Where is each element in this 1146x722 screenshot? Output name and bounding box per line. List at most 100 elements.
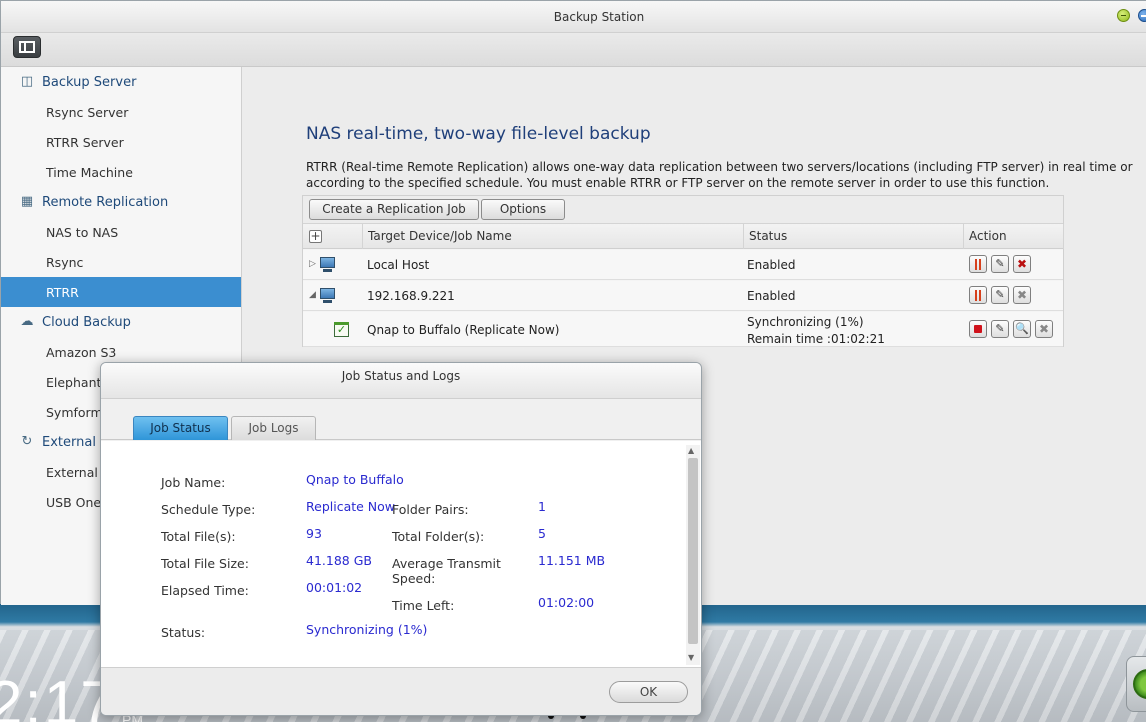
sidebar-group-remote-replication[interactable]: ▦ Remote Replication [1,187,241,217]
tab-job-status[interactable]: Job Status [133,416,228,440]
sidebar-item-label: Amazon S3 [46,345,117,360]
window-toolbar [1,33,1146,67]
sidebar-item-label: NAS to NAS [46,225,119,240]
schedule-type-label: Schedule Type: [161,502,256,517]
total-folders-label: Total Folder(s): [392,529,485,544]
total-files-label: Total File(s): [161,529,236,544]
sidebar-panel-icon [19,41,35,53]
scroll-up-icon[interactable]: ▲ [688,446,694,455]
job-table-header: + Target Device/Job Name Status Action [303,224,1064,249]
table-row-remote-host[interactable]: ◢ 192.168.9.221 Enabled ✎ ✖ [303,281,1063,311]
edit-button[interactable]: ✎ [991,286,1009,304]
total-file-size-label: Total File Size: [161,556,249,571]
time-left-value: 01:02:00 [538,595,595,610]
dialog-tabs: Job Status Job Logs [101,399,701,440]
pause-button[interactable] [969,255,987,273]
sidebar-item-label: Rsync Server [46,105,129,120]
desktop-app-icon[interactable] [1126,656,1146,712]
job-status-body: Job Name: Qnap to Buffalo Schedule Type:… [101,441,701,667]
tab-job-logs[interactable]: Job Logs [231,416,316,440]
expand-arrow-icon[interactable]: ▷ [309,259,316,269]
row-status: Enabled [747,289,796,303]
delete-button[interactable]: ✖ [1013,255,1031,273]
window-title: Backup Station [553,10,645,24]
sidebar-group-label: Backup Server [42,75,137,90]
row-name: Qnap to Buffalo (Replicate Now) [367,323,560,337]
expand-all-column: + [303,224,363,249]
column-header-action: Action [964,224,1064,249]
job-status-dialog: Job Status and Logs Job Status Job Logs … [100,362,702,716]
edit-button[interactable]: ✎ [991,320,1009,338]
row-status: Synchronizing (1%) Remain time :01:02:21 [747,314,885,348]
sidebar-item-label: RTRR [46,285,79,300]
row-status: Enabled [747,258,796,272]
dialog-footer: OK [101,667,701,715]
dialog-title: Job Status and Logs [341,369,461,383]
table-row-job[interactable]: ✓ Qnap to Buffalo (Replicate Now) Synchr… [303,312,1063,347]
schedule-type-value: Replicate Now [306,499,396,514]
scroll-down-icon[interactable]: ▼ [688,653,694,662]
scrollbar-thumb[interactable] [688,458,698,644]
stop-button[interactable] [969,320,987,338]
sidebar-group-cloud-backup[interactable]: ☁ Cloud Backup [1,307,241,337]
collapse-arrow-icon[interactable]: ◢ [309,290,316,300]
avg-transmit-speed-value: 11.151 MB [538,553,606,568]
delete-button[interactable]: ✖ [1035,320,1053,338]
table-row-local-host[interactable]: ▷ Local Host Enabled ✎ ✖ [303,250,1063,280]
close-button[interactable] [1138,9,1146,22]
sidebar-item-label: RTRR Server [46,135,124,150]
row-remain-time: Remain time :01:02:21 [747,332,885,346]
sidebar-item-time-machine[interactable]: Time Machine [1,157,241,187]
status-label: Status: [161,625,206,640]
window-titlebar[interactable]: Backup Station [1,1,1146,33]
job-name-label: Job Name: [161,475,226,490]
sync-icon: ↻ [21,434,33,449]
job-toolbar: Create a Replication Job Options [303,196,1063,224]
replication-icon: ▦ [20,194,34,209]
dialog-titlebar[interactable]: Job Status and Logs [101,363,701,399]
delete-button[interactable]: ✖ [1013,286,1031,304]
total-files-value: 93 [306,526,322,541]
column-header-name[interactable]: Target Device/Job Name [363,224,744,249]
sidebar-item-rtrr[interactable]: RTRR [1,277,241,307]
time-left-label: Time Left: [392,598,455,613]
sidebar-group-backup-server[interactable]: ◫ Backup Server [1,67,241,97]
expand-all-icon[interactable]: + [309,230,322,243]
sidebar-item-label: Time Machine [46,165,133,180]
avg-transmit-speed-label: Average Transmit Speed: [392,556,501,586]
folder-pairs-value: 1 [538,499,546,514]
sidebar-item-rsync[interactable]: Rsync [1,247,241,277]
toggle-sidebar-button[interactable] [13,36,41,58]
total-folders-value: 5 [538,526,546,541]
options-button[interactable]: Options [481,199,565,220]
sidebar-item-rsync-server[interactable]: Rsync Server [1,97,241,127]
sidebar-item-label: Rsync [46,255,84,270]
row-name: 192.168.9.221 [367,289,455,303]
edit-button[interactable]: ✎ [991,255,1009,273]
cloud-icon: ☁ [20,314,34,329]
computer-icon [320,257,335,272]
job-checked-icon: ✓ [334,322,349,337]
column-header-status[interactable]: Status [744,224,964,249]
page-description: RTRR (Real-time Remote Replication) allo… [306,160,1133,190]
pause-button[interactable] [969,286,987,304]
sidebar-item-rtrr-server[interactable]: RTRR Server [1,127,241,157]
status-value: Synchronizing (1%) [306,622,428,637]
minimize-button[interactable] [1117,9,1130,22]
sidebar-group-label: Cloud Backup [42,315,131,330]
row-name: Local Host [367,258,430,272]
total-file-size-value: 41.188 GB [306,553,372,568]
elapsed-time-value: 00:01:02 [306,580,363,595]
view-log-button[interactable]: 🔍 [1013,320,1031,338]
computer-icon [320,288,335,303]
sidebar-item-nas-to-nas[interactable]: NAS to NAS [1,217,241,247]
create-replication-job-button[interactable]: Create a Replication Job [309,199,479,220]
replication-job-panel: Create a Replication Job Options + Targe… [302,195,1064,347]
sidebar-group-label: Remote Replication [42,195,169,210]
folder-pairs-label: Folder Pairs: [392,502,469,517]
sidebar-item-label: Symform [46,405,103,420]
dialog-scrollbar[interactable]: ▲ ▼ [686,445,700,665]
row-status-line: Synchronizing (1%) [747,315,864,329]
ok-button[interactable]: OK [609,681,688,703]
elapsed-time-label: Elapsed Time: [161,583,249,598]
